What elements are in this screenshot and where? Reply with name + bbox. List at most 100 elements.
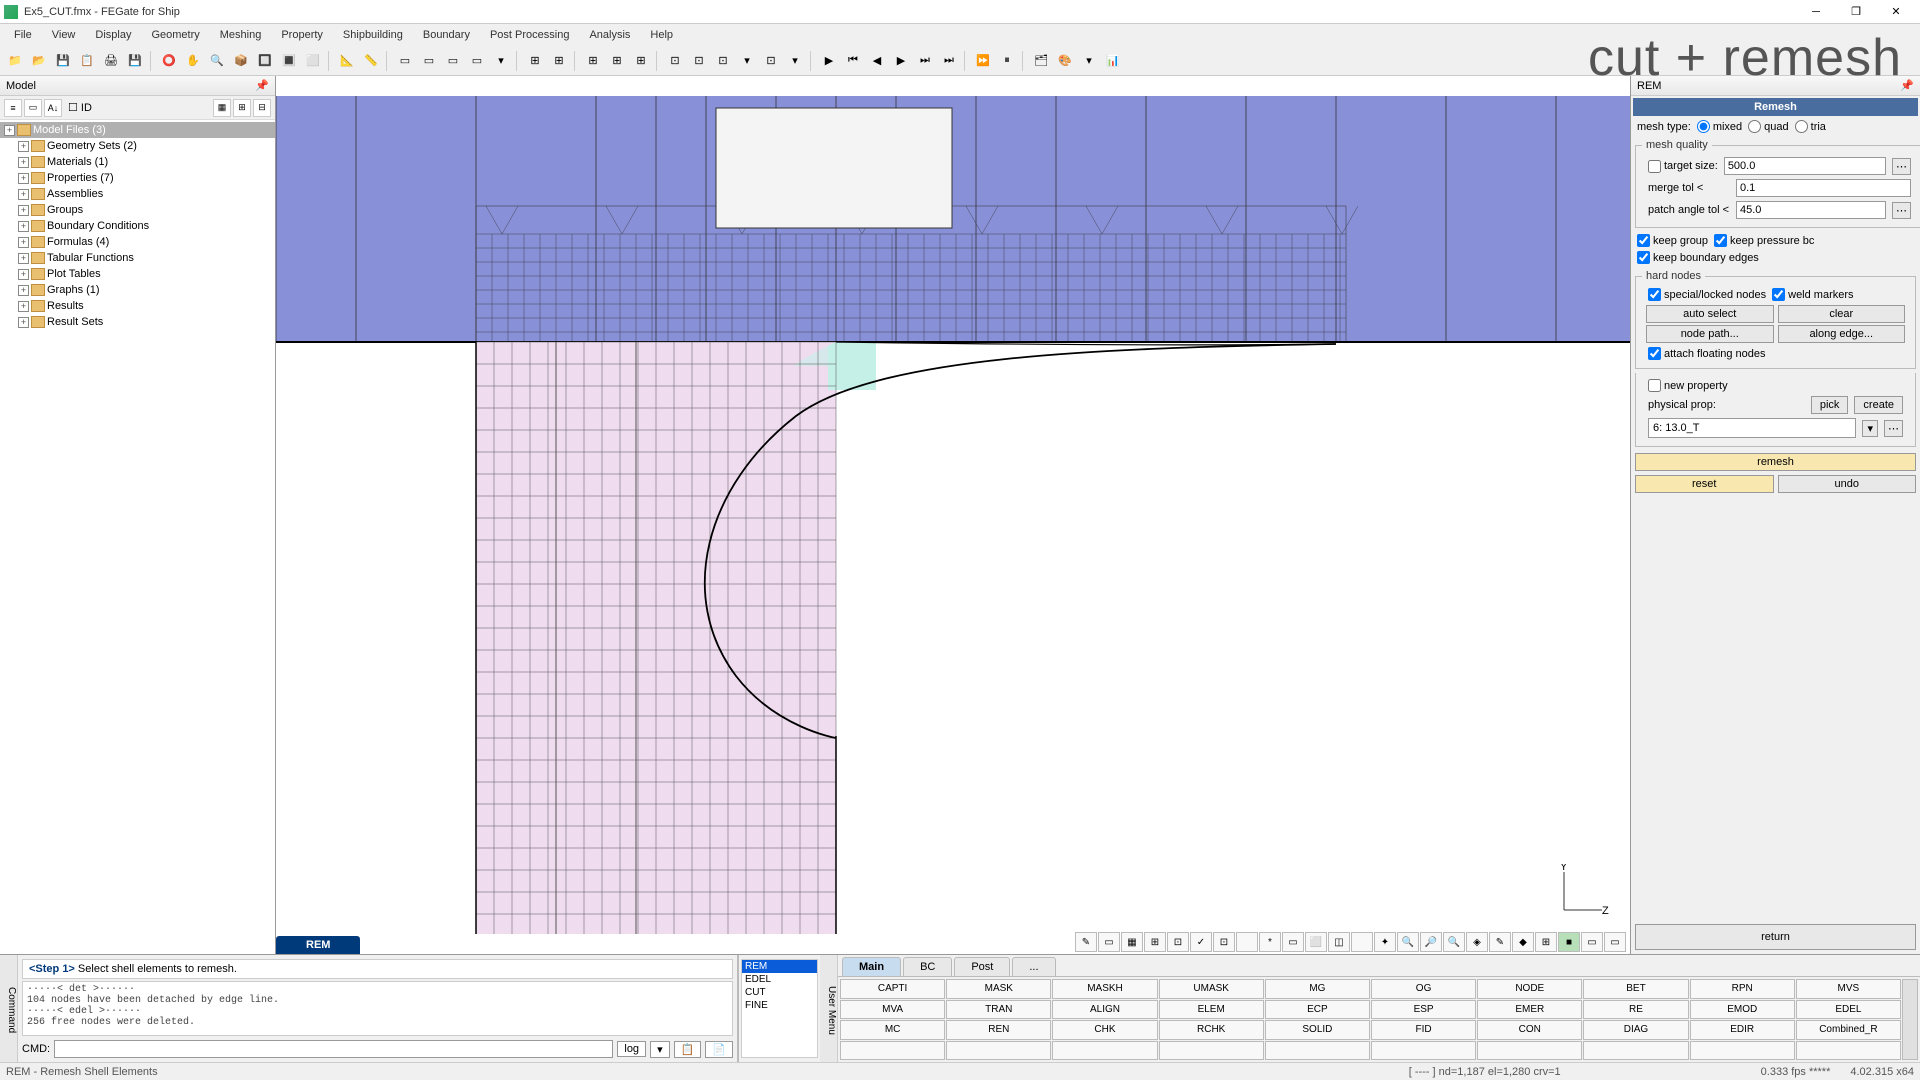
tree-node-geometry-sets-2-[interactable]: +Geometry Sets (2) [0, 138, 275, 154]
toolbar-btn-36[interactable]: ▾ [784, 50, 806, 72]
grid-btn-capti[interactable]: CAPTI [840, 979, 945, 999]
target-size-input[interactable] [1724, 157, 1886, 175]
grid-btn-fid[interactable]: FID [1371, 1020, 1476, 1040]
property-combo[interactable]: 6: 13.0_T [1648, 418, 1856, 438]
tree-sort-btn[interactable]: A↓ [44, 99, 62, 117]
menu-geometry[interactable]: Geometry [141, 27, 209, 43]
create-button[interactable]: create [1854, 396, 1903, 414]
toolbar-btn-43[interactable]: ⏭ [938, 50, 960, 72]
menu-view[interactable]: View [42, 27, 86, 43]
grid-scrollbar[interactable] [1902, 979, 1918, 1060]
log-button[interactable]: log [617, 1041, 646, 1057]
grid-tab-post[interactable]: Post [954, 957, 1010, 976]
toolbar-btn-41[interactable]: ▶ [890, 50, 912, 72]
menu-shipbuilding[interactable]: Shipbuilding [333, 27, 413, 43]
toolbar-btn-20[interactable]: ▭ [442, 50, 464, 72]
view-btn-6[interactable]: ⊡ [1213, 932, 1235, 952]
tree-btn-5[interactable]: ⊟ [253, 99, 271, 117]
toolbar-btn-38[interactable]: ▶ [818, 50, 840, 72]
toolbar-btn-18[interactable]: ▭ [394, 50, 416, 72]
toolbar-btn-48[interactable]: 🗂 [1030, 50, 1052, 72]
grid-btn-solid[interactable]: SOLID [1265, 1020, 1370, 1040]
tree-node-tabular-functions[interactable]: +Tabular Functions [0, 250, 275, 266]
toolbar-btn-3[interactable]: 📋 [76, 50, 98, 72]
toolbar-btn-11[interactable]: 🔲 [254, 50, 276, 72]
view-btn-16[interactable]: 🔍 [1443, 932, 1465, 952]
grid-btn-ren[interactable]: REN [946, 1020, 1051, 1040]
grid-btn-re[interactable]: RE [1583, 1000, 1688, 1020]
grid-btn-tran[interactable]: TRAN [946, 1000, 1051, 1020]
rem-tab[interactable]: REM [276, 936, 360, 954]
grid-btn-con[interactable]: CON [1477, 1020, 1582, 1040]
grid-btn-elem[interactable]: ELEM [1159, 1000, 1264, 1020]
toolbar-btn-46[interactable]: ⏸ [996, 50, 1018, 72]
toolbar-btn-32[interactable]: ⊡ [688, 50, 710, 72]
toolbar-btn-22[interactable]: ▾ [490, 50, 512, 72]
keep-boundary-check[interactable]: keep boundary edges [1637, 251, 1759, 264]
grid-btn-mc[interactable]: MC [840, 1020, 945, 1040]
grid-btn-bet[interactable]: BET [1583, 979, 1688, 999]
toolbar-btn-0[interactable]: 📁 [4, 50, 26, 72]
view-btn-10[interactable]: ⬜ [1305, 932, 1327, 952]
toolbar-btn-33[interactable]: ⊡ [712, 50, 734, 72]
tree-btn-4[interactable]: ⊞ [233, 99, 251, 117]
patch-angle-more[interactable]: ⋯ [1892, 202, 1911, 219]
tree-node-results[interactable]: +Results [0, 298, 275, 314]
view-btn-8[interactable]: * [1259, 932, 1281, 952]
grid-btn-combined_r[interactable]: Combined_R [1796, 1020, 1901, 1040]
grid-btn-chk[interactable]: CHK [1052, 1020, 1157, 1040]
patch-angle-input[interactable] [1736, 201, 1886, 219]
cmdlist-rem[interactable]: REM [742, 960, 817, 973]
toolbar-btn-28[interactable]: ⊞ [606, 50, 628, 72]
toolbar-btn-21[interactable]: ▭ [466, 50, 488, 72]
toolbar-btn-51[interactable]: 📊 [1102, 50, 1124, 72]
grid-btn-emod[interactable]: EMOD [1690, 1000, 1795, 1020]
menu-help[interactable]: Help [640, 27, 683, 43]
grid-btn-mvs[interactable]: MVS [1796, 979, 1901, 999]
return-button[interactable]: return [1635, 924, 1916, 950]
toolbar-btn-19[interactable]: ▭ [418, 50, 440, 72]
view-btn-3[interactable]: ⊞ [1144, 932, 1166, 952]
tree-node-formulas-4-[interactable]: +Formulas (4) [0, 234, 275, 250]
weld-markers-check[interactable]: weld markers [1772, 288, 1853, 301]
clear-button[interactable]: clear [1778, 305, 1906, 323]
view-btn-14[interactable]: 🔍 [1397, 932, 1419, 952]
tree-node-result-sets[interactable]: +Result Sets [0, 314, 275, 330]
grid-btn-diag[interactable]: DIAG [1583, 1020, 1688, 1040]
menu-file[interactable]: File [4, 27, 42, 43]
grid-btn-mg[interactable]: MG [1265, 979, 1370, 999]
grid-btn-maskh[interactable]: MASKH [1052, 979, 1157, 999]
command-history-list[interactable]: REMEDELCUTFINE [741, 959, 818, 1058]
menu-boundary[interactable]: Boundary [413, 27, 480, 43]
view-btn-17[interactable]: ◈ [1466, 932, 1488, 952]
grid-btn-mva[interactable]: MVA [840, 1000, 945, 1020]
tree-btn-3[interactable]: ▦ [213, 99, 231, 117]
target-size-more[interactable]: ⋯ [1892, 158, 1911, 175]
cmdlist-fine[interactable]: FINE [742, 999, 817, 1012]
view-btn-19[interactable]: ◆ [1512, 932, 1534, 952]
toolbar-btn-35[interactable]: ⊡ [760, 50, 782, 72]
view-btn-13[interactable]: ✦ [1374, 932, 1396, 952]
toolbar-btn-39[interactable]: ⏮ [842, 50, 864, 72]
reset-button[interactable]: reset [1635, 475, 1774, 493]
prop-more[interactable]: ⋯ [1884, 420, 1903, 437]
toolbar-btn-4[interactable]: 🖨 [100, 50, 122, 72]
toolbar-btn-50[interactable]: ▾ [1078, 50, 1100, 72]
grid-tab-...[interactable]: ... [1012, 957, 1055, 976]
undo-button[interactable]: undo [1778, 475, 1917, 493]
keep-group-check[interactable]: keep group [1637, 234, 1708, 247]
toolbar-btn-12[interactable]: 🔳 [278, 50, 300, 72]
toolbar-btn-29[interactable]: ⊞ [630, 50, 652, 72]
menu-property[interactable]: Property [271, 27, 333, 43]
cmdlist-cut[interactable]: CUT [742, 986, 817, 999]
toolbar-btn-34[interactable]: ▾ [736, 50, 758, 72]
toolbar-btn-5[interactable]: 💾 [124, 50, 146, 72]
pin-icon[interactable]: 📌 [1900, 79, 1914, 92]
toolbar-btn-15[interactable]: 📐 [336, 50, 358, 72]
toolbar-btn-1[interactable]: 📂 [28, 50, 50, 72]
mesh-type-mixed[interactable]: mixed [1697, 120, 1742, 133]
viewport[interactable]: Y Z REM ✎▭▦⊞⊡✓⊡ *▭⬜◫✦🔍🔎🔍◈✎◆⊞■▭▭ [276, 76, 1630, 954]
pick-button[interactable]: pick [1811, 396, 1849, 414]
tree-btn-1[interactable]: ≡ [4, 99, 22, 117]
cmdlist-edel[interactable]: EDEL [742, 973, 817, 986]
